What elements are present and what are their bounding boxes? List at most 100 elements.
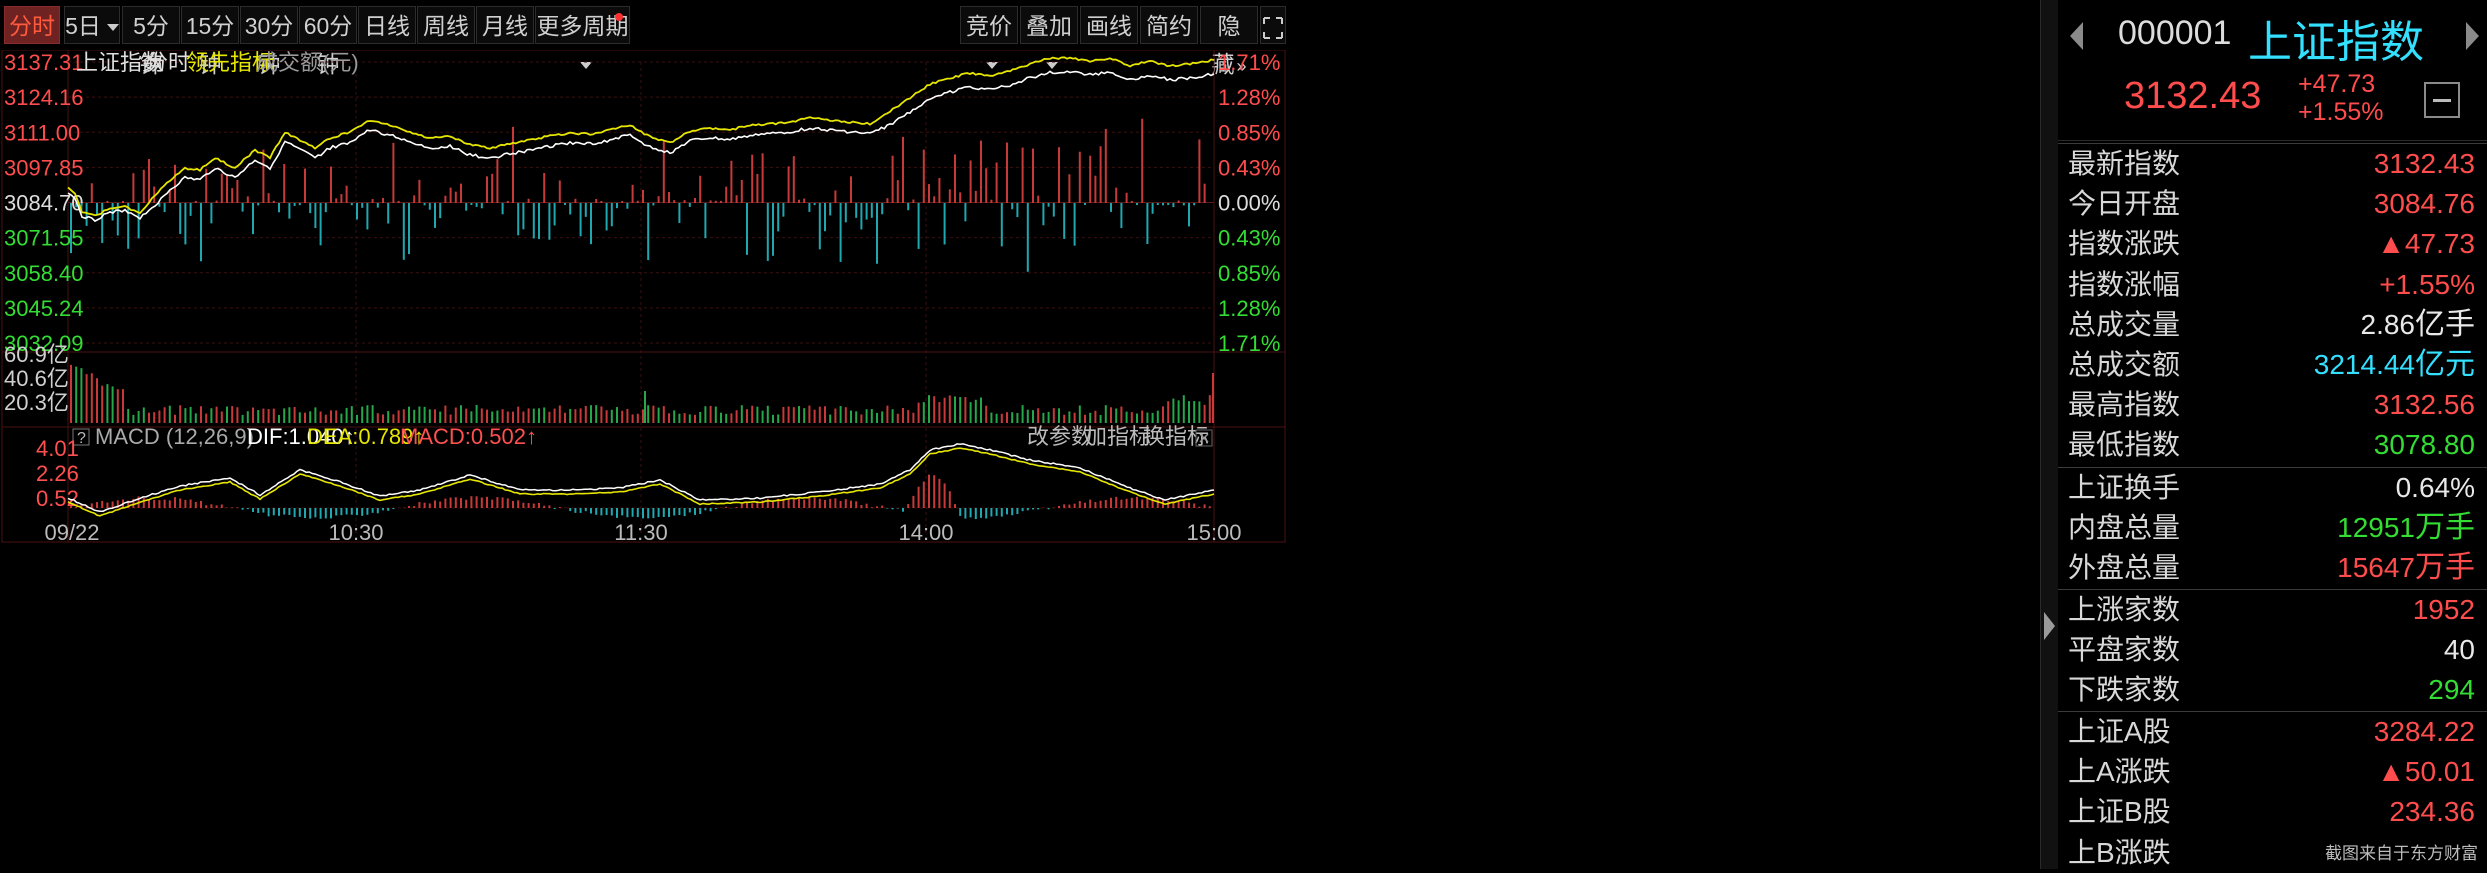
expand-icon xyxy=(1263,17,1283,39)
macd-name: MACD (12,26,9) xyxy=(95,424,254,449)
quote-header: 000001 上证指数 3132.43 +47.73 +1.55% xyxy=(2058,0,2487,141)
tab-fenshi[interactable]: 分时 xyxy=(4,6,60,44)
macd-tick-label: 4.01 xyxy=(36,436,79,461)
period-toolbar: 分时 5日 5分钟 15分钟 30分钟 60分钟 日线 周线 月线 更多周期 竞… xyxy=(0,0,2040,77)
volume-tick-label: 40.6亿 xyxy=(4,366,69,391)
quote-label: 平盘家数 xyxy=(2068,634,2181,666)
time-tick-label: 11:30 xyxy=(614,520,667,545)
quote-label: 今日开盘 xyxy=(2068,188,2181,220)
tab-5min[interactable]: 5分钟 xyxy=(122,6,180,77)
percent-tick-label: 1.28% xyxy=(1218,296,1280,321)
tab-month[interactable]: 月线 xyxy=(476,6,534,44)
quote-label: 上A涨跌 xyxy=(2068,756,2171,788)
tab-15min[interactable]: 15分钟 xyxy=(181,6,239,77)
quote-value: 1952 xyxy=(2413,590,2475,630)
change-value: +47.73 xyxy=(2298,70,2376,98)
quote-number: ▲47.73 xyxy=(2377,228,2475,260)
quote-number: 12951 xyxy=(2337,512,2415,544)
percent-tick-label: 1.71% xyxy=(1218,50,1280,75)
hide-button[interactable]: 隐藏» xyxy=(1200,6,1258,77)
quote-value: 3284.22 xyxy=(2374,712,2475,752)
quote-number: 294 xyxy=(2428,674,2475,706)
quote-row: 最新指数 3132.43 xyxy=(2058,144,2487,184)
quote-label: 内盘总量 xyxy=(2068,512,2181,544)
quote-row: 上A涨跌 ▲50.01 xyxy=(2058,752,2487,792)
quote-number: 3084.76 xyxy=(2373,188,2475,220)
quote-value: 40 xyxy=(2444,630,2475,670)
macd-button[interactable]: 改参数 xyxy=(1027,424,1093,449)
notification-dot xyxy=(615,13,623,21)
quote-row: 最低指数 3078.80 xyxy=(2058,425,2487,465)
change-percent: +1.55% xyxy=(2298,98,2384,126)
tab-week[interactable]: 周线 xyxy=(417,6,475,44)
quote-label: 指数涨幅 xyxy=(2068,268,2181,300)
quote-value: 3132.56 xyxy=(2374,385,2475,425)
remove-watchlist-button[interactable] xyxy=(2424,82,2460,118)
quote-number: 3132.43 xyxy=(2373,148,2475,179)
quote-value: 3132.43 xyxy=(2374,144,2475,184)
index-code: 000001 xyxy=(2118,14,2232,52)
quote-label: 指数涨跌 xyxy=(2068,228,2181,260)
macd-tick-label: 2.26 xyxy=(36,461,79,486)
percent-tick-label: 0.43% xyxy=(1218,226,1280,251)
quote-unit: 亿元 xyxy=(2415,347,2475,381)
legend-mode: 分时 xyxy=(146,50,190,75)
price-tick-label: 3045.24 xyxy=(4,296,84,321)
quote-row: 上证A股 3284.22 xyxy=(2058,712,2487,752)
quote-row: 上证B股 234.36 xyxy=(2058,792,2487,832)
percent-tick-label: 1.71% xyxy=(1218,331,1280,356)
quote-value: 0.64% xyxy=(2396,468,2475,508)
more-periods-button[interactable]: 更多周期 xyxy=(535,6,630,70)
collapse-arrow-icon[interactable] xyxy=(2044,612,2055,640)
quote-label: 上证换手 xyxy=(2068,472,2181,503)
percent-tick-label: 0.00% xyxy=(1218,191,1280,216)
tab-day[interactable]: 日线 xyxy=(358,6,416,44)
tab-5day[interactable]: 5日 xyxy=(64,6,120,44)
volume-tick-label: 60.9亿 xyxy=(4,342,69,367)
quote-number: 15647 xyxy=(2337,552,2415,584)
quote-number: 1952 xyxy=(2412,594,2475,625)
simple-button[interactable]: 简约 xyxy=(1140,6,1198,44)
macd-tick-label: 0.52 xyxy=(36,486,79,511)
quote-section-breadth: 上涨家数 1952 平盘家数 40 下跌家数 294 xyxy=(2058,589,2487,711)
change-block: +47.73 +1.55% xyxy=(2298,70,2384,126)
overlay-button[interactable]: 叠加 xyxy=(1020,6,1078,70)
next-stock-icon[interactable] xyxy=(2466,22,2479,50)
fullscreen-button[interactable] xyxy=(1260,6,1286,44)
tab-60min[interactable]: 60分钟 xyxy=(299,6,357,77)
quote-value: 2.86亿手 xyxy=(2361,305,2476,345)
quote-label: 上证B股 xyxy=(2068,796,2171,828)
percent-tick-label: 0.85% xyxy=(1218,120,1280,145)
quote-value: ▲47.73 xyxy=(2377,224,2475,264)
tab-30min[interactable]: 30分钟 xyxy=(240,6,298,77)
quote-section-turnover: 上证换手 0.64% 内盘总量 12951万手 外盘总量 15647万手 xyxy=(2058,467,2487,589)
prev-stock-icon[interactable] xyxy=(2070,22,2083,50)
quote-panel: 000001 上证指数 3132.43 +47.73 +1.55% 最新指数 31… xyxy=(2058,0,2487,869)
panel-splitter[interactable] xyxy=(2040,0,2060,869)
intraday-chart: 3137.31 1.71% 3124.16 1.28% 3111.00 0.85% 3097… xyxy=(1,50,1286,545)
percent-tick-label: 1.28% xyxy=(1218,85,1280,110)
quote-number: +1.55% xyxy=(2379,268,2475,300)
price-tick-label: 3111.00 xyxy=(4,120,80,145)
quote-row: 总成交量 2.86亿手 xyxy=(2058,305,2487,345)
quote-label: 总成交量 xyxy=(2068,308,2181,340)
quote-row: 指数涨跌 ▲47.73 xyxy=(2058,224,2487,264)
macd-button[interactable]: 换指标 xyxy=(1143,424,1209,449)
quote-value: 15647万手 xyxy=(2337,548,2475,588)
overlay-label: 叠加 xyxy=(1026,13,1072,39)
macd-button[interactable]: 加指标 xyxy=(1085,424,1151,449)
auction-button[interactable]: 竞价 xyxy=(960,6,1018,70)
time-tick-label: 15:00 xyxy=(1186,520,1241,545)
source-watermark: 截图来自于东方财富 xyxy=(2322,838,2481,865)
quote-value: 3084.76 xyxy=(2374,184,2475,224)
quote-number: 234.36 xyxy=(2389,796,2475,828)
quote-unit: 万手 xyxy=(2415,551,2475,585)
quote-value: 294 xyxy=(2428,670,2475,710)
volume-tick-label: 20.3亿 xyxy=(4,390,69,415)
quote-number: 3078.80 xyxy=(2373,429,2475,461)
quote-number: 0.64% xyxy=(2395,472,2475,503)
chart-frame xyxy=(1,50,1286,543)
time-tick-label: 10:30 xyxy=(328,520,383,545)
quote-row: 上证换手 0.64% xyxy=(2058,468,2487,508)
draw-button[interactable]: 画线 xyxy=(1080,6,1138,44)
